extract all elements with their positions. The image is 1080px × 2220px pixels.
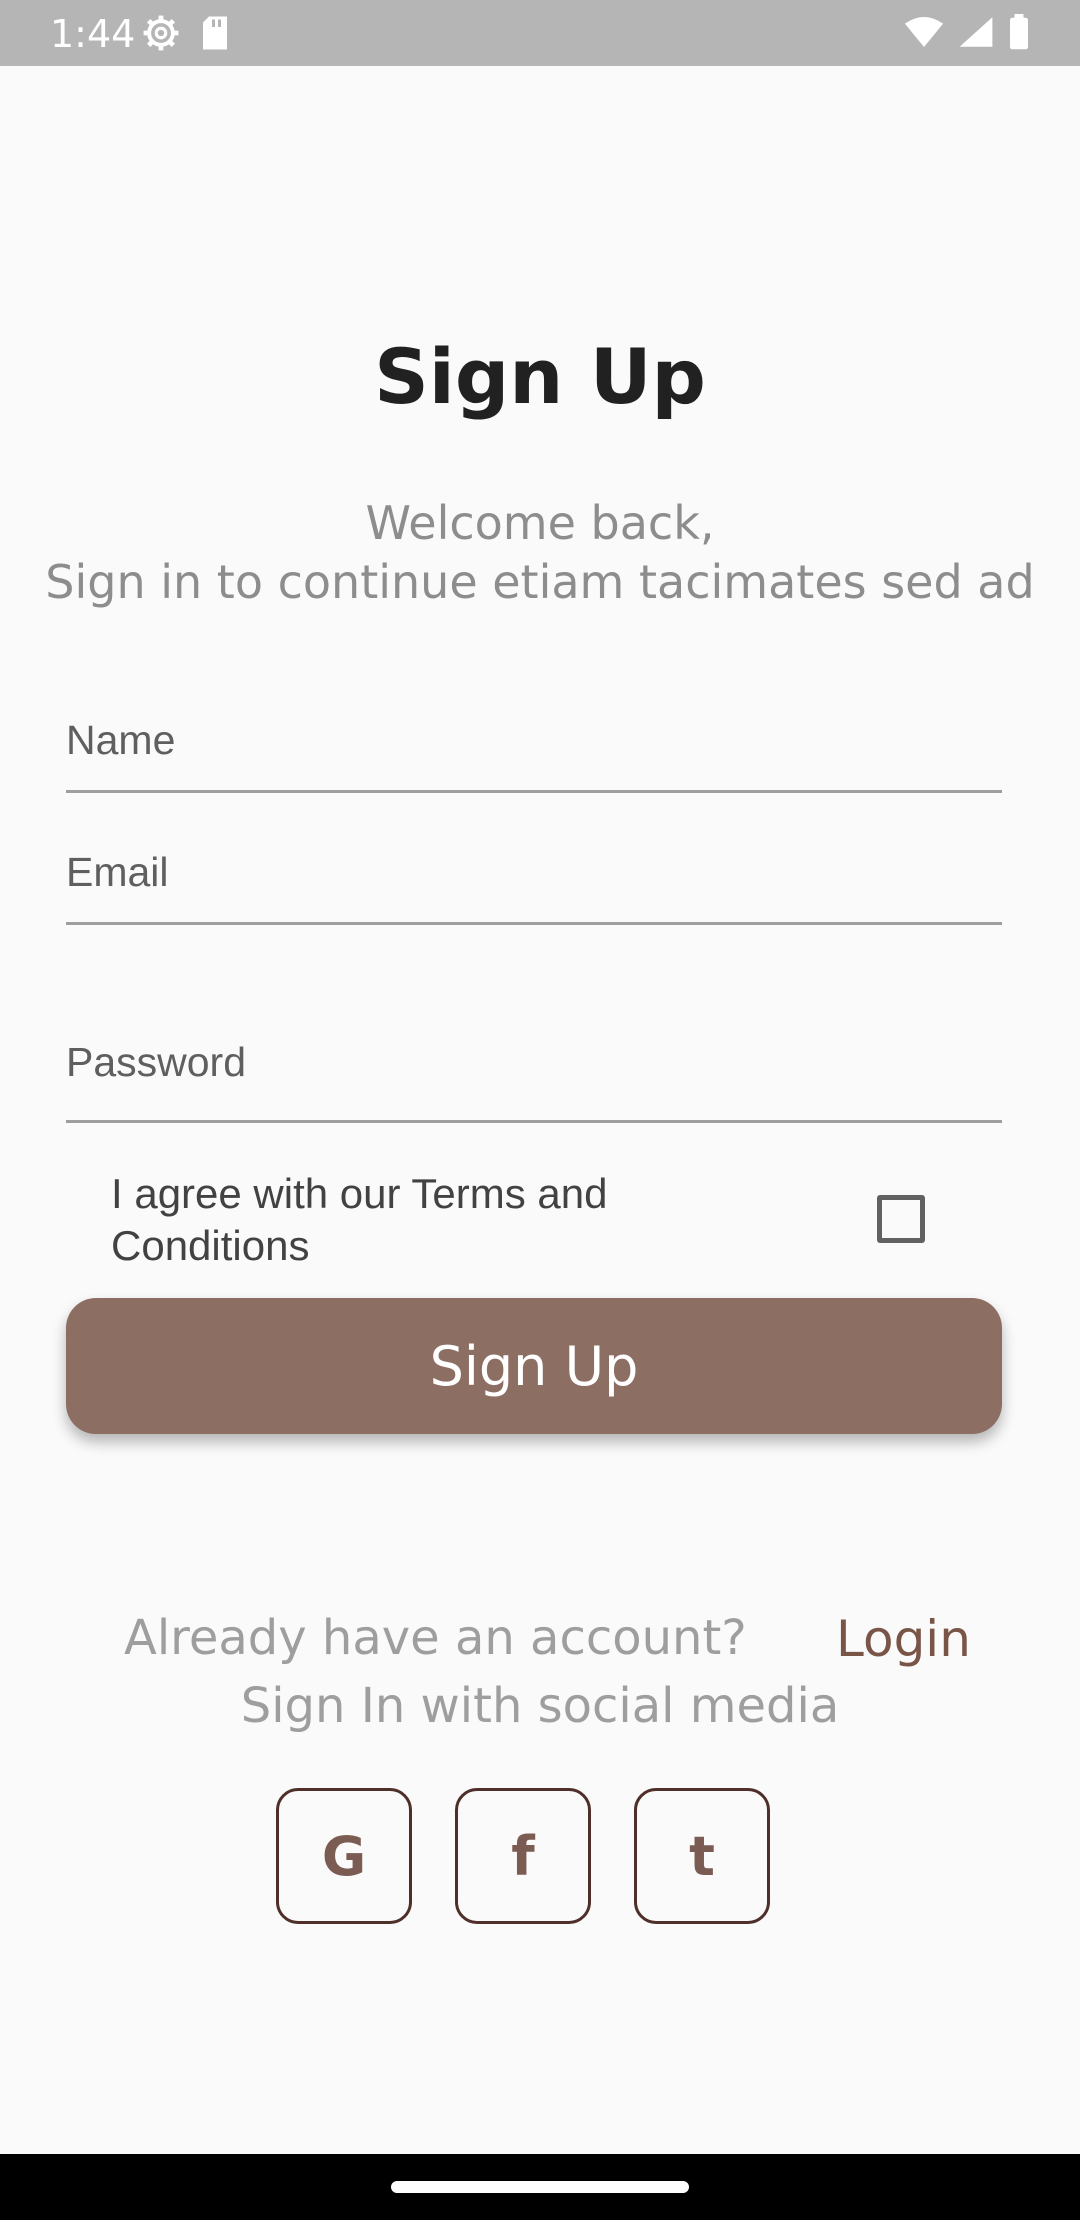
- battery-icon: [1008, 14, 1030, 55]
- status-time: 1:44: [50, 12, 136, 56]
- sd-card-icon: [200, 15, 230, 56]
- login-link[interactable]: Login: [836, 1610, 971, 1668]
- email-field-container: [66, 822, 1002, 925]
- password-field-container: [66, 1005, 1002, 1123]
- terms-checkbox[interactable]: [877, 1195, 925, 1243]
- home-handle[interactable]: [391, 2181, 689, 2193]
- status-right-icons: [904, 14, 1030, 55]
- status-bar: 1:44: [0, 0, 1080, 66]
- facebook-signin-button[interactable]: f: [455, 1788, 591, 1924]
- gear-icon: [142, 14, 180, 57]
- name-field[interactable]: [66, 690, 1002, 790]
- google-icon: G: [321, 1824, 367, 1888]
- social-prompt: Sign In with social media: [240, 1678, 840, 1734]
- google-signin-button[interactable]: G: [276, 1788, 412, 1924]
- page-title: Sign Up: [374, 332, 706, 421]
- wifi-icon: [904, 15, 944, 54]
- terms-label: I agree with our Terms and Conditions: [111, 1170, 608, 1269]
- password-field[interactable]: [66, 1005, 1002, 1120]
- email-field[interactable]: [66, 822, 1002, 922]
- name-field-container: [66, 690, 1002, 793]
- facebook-icon: f: [511, 1824, 535, 1888]
- account-prompt: Already have an account?: [124, 1610, 747, 1666]
- twitter-icon: t: [689, 1824, 715, 1888]
- subtitle-text: Sign in to continue etiam tacimates sed …: [45, 555, 1035, 609]
- status-left-icons: [142, 14, 230, 57]
- welcome-text: Welcome back,: [365, 496, 715, 550]
- twitter-signin-button[interactable]: t: [634, 1788, 770, 1924]
- signal-icon: [958, 15, 994, 54]
- signup-button[interactable]: Sign Up: [66, 1298, 1002, 1434]
